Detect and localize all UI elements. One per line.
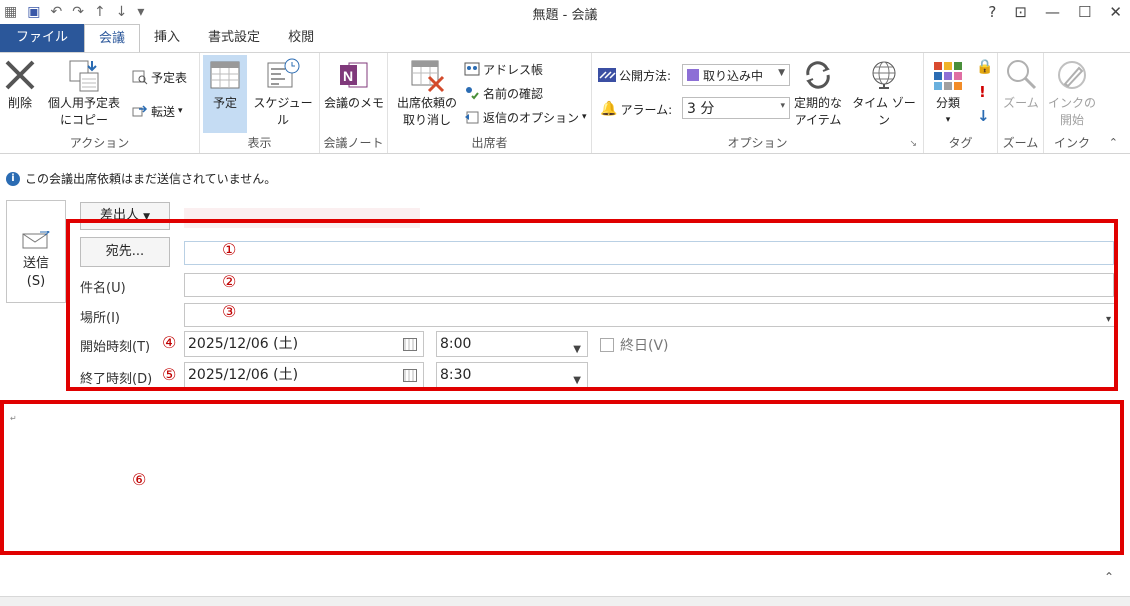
globe-icon — [867, 55, 901, 95]
window-controls: ? ⊡ — ☐ ✕ — [988, 0, 1122, 24]
ribbon-tabs: ファイル 会議 挿入 書式設定 校閲 — [0, 24, 1130, 52]
minimize-button[interactable]: — — [1045, 0, 1060, 24]
info-bar: i この会議出席依頼はまだ送信されていません。 — [6, 170, 276, 187]
calendar-button[interactable]: 予定表 — [132, 67, 187, 87]
tab-meeting[interactable]: 会議 — [84, 24, 141, 52]
pen-icon — [1055, 55, 1089, 95]
maximize-button[interactable]: ☐ — [1078, 0, 1091, 24]
group-label-show: 表示 — [247, 136, 272, 150]
magnifier-icon — [1004, 55, 1038, 95]
reminder-label: 🔔 アラーム: — [600, 101, 673, 117]
window-title: 無題 - 会議 — [532, 8, 598, 23]
title-bar: ▦ ▣ ↶ ↷ ↑ ↓ ▾ 無題 - 会議 ? ⊡ — ☐ ✕ — [0, 0, 1130, 24]
response-options-dropdown-icon: ▾ — [582, 112, 587, 122]
cancel-invitation-button[interactable]: 出席依頼の 取り消し — [390, 55, 464, 129]
group-action: 削除 個人用予定表 にコピー 予定表 転送 ▾ アクション — [0, 53, 200, 153]
check-names-icon — [466, 87, 479, 100]
private-lock-icon[interactable]: 🔒 — [976, 59, 993, 75]
cancel-invitation-icon — [409, 55, 445, 95]
tab-review[interactable]: 校閲 — [274, 24, 328, 52]
collapse-ribbon-icon[interactable]: ⌃ — [1109, 136, 1118, 149]
show-as-swatch — [687, 69, 699, 81]
tab-insert[interactable]: 挿入 — [140, 24, 194, 52]
highlight-box-fields — [66, 219, 1118, 391]
group-label-tags: タグ — [948, 136, 973, 150]
info-icon: i — [6, 171, 20, 186]
ribbon: 削除 個人用予定表 にコピー 予定表 転送 ▾ アクション 予定 スケジュール … — [0, 52, 1130, 154]
forward-icon — [132, 105, 148, 117]
response-options-button[interactable]: 返信のオプション ▾ — [464, 107, 587, 127]
ribbon-display-button[interactable]: ⊡ — [1014, 0, 1027, 24]
show-as-label: 公開方法: — [598, 65, 671, 85]
help-button[interactable]: ? — [988, 0, 996, 24]
info-bar-text: この会議出席依頼はまだ送信されていません。 — [25, 172, 277, 186]
show-as-dropdown[interactable]: 取り込み中 ▼ — [682, 64, 790, 86]
group-label-attendees: 出席者 — [471, 136, 508, 150]
show-as-icon — [598, 68, 616, 82]
delete-icon — [3, 55, 37, 95]
appointment-icon — [208, 55, 242, 95]
paragraph-mark-icon: ↵ — [10, 414, 17, 423]
check-names-button[interactable]: 名前の確認 — [464, 83, 543, 103]
start-inking-button[interactable]: インクの 開始 — [1046, 55, 1098, 129]
tab-format[interactable]: 書式設定 — [194, 24, 274, 52]
meeting-notes-button[interactable]: N 会議のメモ — [322, 55, 386, 112]
chevron-down-icon: ▼ — [778, 68, 785, 78]
forward-button[interactable]: 転送 ▾ — [132, 101, 183, 121]
status-strip — [0, 596, 1130, 606]
schedule-button[interactable]: スケジュール — [248, 55, 318, 129]
group-ink: インクの 開始 インク — [1044, 53, 1100, 153]
group-zoom: ズーム ズーム — [998, 53, 1044, 153]
recurrence-button[interactable]: 定期的な アイテム — [790, 55, 846, 129]
envelope-icon — [22, 231, 50, 249]
tab-file[interactable]: ファイル — [0, 24, 85, 52]
reminder-dropdown[interactable]: 3 分 ▾ — [682, 97, 790, 119]
high-importance-icon[interactable]: ! — [979, 83, 986, 101]
calendar-search-icon — [132, 70, 148, 85]
address-book-button[interactable]: アドレス帳 — [464, 59, 543, 79]
delete-button[interactable]: 削除 — [2, 55, 38, 112]
low-importance-icon[interactable]: ↓ — [977, 107, 990, 125]
annotation-6: ⑥ — [132, 470, 147, 489]
categorize-button[interactable]: 分類 ▾ — [928, 55, 968, 129]
chevron-down-icon: ▾ — [780, 101, 785, 111]
recurrence-icon — [800, 55, 836, 95]
group-label-zoom: ズーム — [1002, 136, 1039, 150]
group-label-meeting-notes: 会議ノート — [323, 136, 384, 150]
group-attendees: 出席依頼の 取り消し アドレス帳 名前の確認 返信のオプション ▾ 出席者 — [388, 53, 592, 153]
group-label-action: アクション — [69, 136, 130, 150]
svg-text:N: N — [343, 68, 353, 84]
collapse-arrow-icon[interactable]: ⌃ — [1104, 570, 1114, 584]
address-book-icon — [464, 62, 480, 76]
categorize-dropdown-icon: ▾ — [945, 115, 951, 125]
appointment-button[interactable]: 予定 — [203, 55, 247, 133]
message-body[interactable]: ↵ ⑥ — [4, 404, 1118, 550]
time-zone-button[interactable]: タイム ゾーン — [848, 55, 920, 129]
group-tags: 分類 ▾ 🔒 ! ↓ タグ — [924, 53, 998, 153]
onenote-icon: N — [337, 55, 371, 95]
group-meeting-notes: N 会議のメモ 会議ノート — [320, 53, 388, 153]
copy-to-calendar-button[interactable]: 個人用予定表 にコピー — [40, 55, 128, 129]
group-show: 予定 スケジュール 表示 — [200, 53, 320, 153]
zoom-button[interactable]: ズーム — [1000, 55, 1042, 112]
close-button[interactable]: ✕ — [1109, 0, 1122, 24]
group-label-options: オプション — [727, 136, 788, 150]
send-button[interactable]: 送信 (S) — [6, 200, 66, 303]
copy-calendar-icon — [66, 55, 102, 95]
bell-icon: 🔔 — [600, 101, 618, 117]
group-options: 公開方法: 取り込み中 ▼ 🔔 アラーム: 3 分 ▾ 定期的な アイテム タイ… — [592, 53, 924, 153]
schedule-icon — [265, 55, 301, 95]
response-options-icon — [465, 111, 479, 124]
group-label-ink: インク — [1053, 136, 1090, 150]
forward-dropdown-icon: ▾ — [178, 106, 183, 116]
categorize-icon — [932, 55, 964, 95]
